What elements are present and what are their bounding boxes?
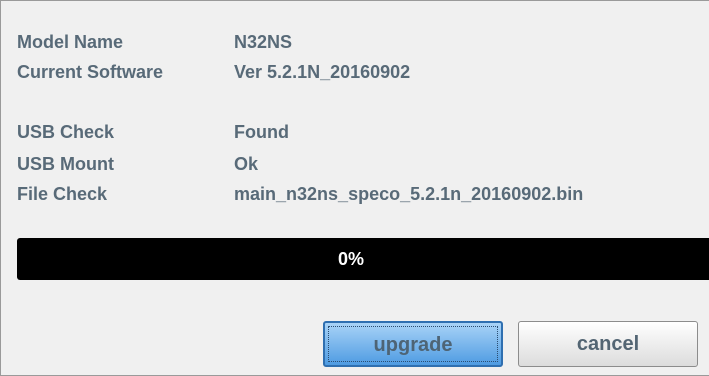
usb-check-value: Found <box>234 122 289 142</box>
focus-outline <box>328 326 498 362</box>
upgrade-progress-bar: 0% <box>17 238 709 280</box>
model-name-row: Model Name N32NS <box>17 30 292 54</box>
upgrade-dialog: Model Name N32NS Current Software Ver 5.… <box>0 0 709 376</box>
cancel-button[interactable]: cancel <box>518 321 698 367</box>
file-check-label: File Check <box>17 184 108 204</box>
usb-check-label: USB Check <box>17 122 115 142</box>
usb-mount-row: USB Mount Ok <box>17 152 258 176</box>
upgrade-button[interactable]: upgrade <box>323 321 503 367</box>
current-software-row: Current Software Ver 5.2.1N_20160902 <box>17 60 410 84</box>
cancel-button-label: cancel <box>576 333 640 355</box>
usb-check-row: USB Check Found <box>17 120 289 144</box>
current-software-label: Current Software <box>17 62 164 82</box>
usb-mount-label: USB Mount <box>17 154 114 174</box>
file-check-row: File Check main_n32ns_speco_5.2.1n_20160… <box>17 182 583 206</box>
progress-percent-text: 0% <box>337 249 364 269</box>
file-check-value: main_n32ns_speco_5.2.1n_20160902.bin <box>234 184 584 204</box>
model-name-value: N32NS <box>234 32 293 52</box>
model-name-label: Model Name <box>17 32 124 52</box>
current-software-value: Ver 5.2.1N_20160902 <box>234 62 411 82</box>
usb-mount-value: Ok <box>234 154 259 174</box>
